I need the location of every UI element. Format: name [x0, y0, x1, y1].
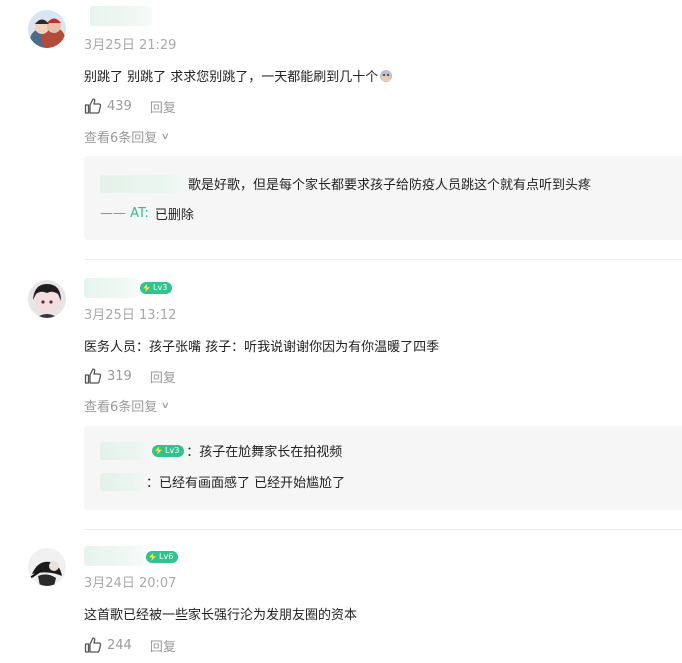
facepalm-emoji-icon — [380, 70, 393, 82]
reply-preview-box: 歌是好歌，但是每个家长都要求孩子给防疫人员跳这个就有点听到头疼 —— AT: 已… — [84, 156, 682, 240]
like-count: 244 — [107, 637, 132, 653]
reply-item[interactable]: ：已经有画面感了 已经开始尴尬了 — [100, 472, 345, 491]
user-avatar[interactable] — [28, 280, 66, 318]
like-button[interactable]: 244 — [84, 636, 132, 654]
reply-text: 已删除 — [154, 208, 194, 223]
comment-time: 3月25日 21:29 — [84, 38, 177, 53]
comment-3: Lv6 3月24日 20:07 这首歌已经被一些家长强行沦为发朋友圈的资本 24… — [0, 540, 682, 663]
username-blurred[interactable] — [84, 546, 144, 566]
view-replies-link[interactable]: 查看6条回复 ∨ — [84, 127, 171, 146]
like-count: 319 — [107, 368, 132, 384]
comment-text-content: 别跳了 别跳了 求求您别跳了，一天都能刷到几十个 — [84, 70, 379, 85]
chevron-down-icon: ∨ — [160, 131, 171, 142]
thumbs-up-icon — [84, 98, 102, 114]
reply-item[interactable]: Lv3 ：孩子在尬舞家长在拍视频 — [100, 441, 342, 460]
reply-text: ：孩子在尬舞家长在拍视频 — [186, 445, 343, 460]
reply-button[interactable]: 回复 — [150, 97, 176, 116]
like-button[interactable]: 319 — [84, 367, 132, 385]
comment-2: Lv3 3月25日 13:12 医务人员：孩子张嘴 孩子：听我说谢谢你因为有你温… — [0, 270, 682, 530]
comment-text: 医务人员：孩子张嘴 孩子：听我说谢谢你因为有你温暖了四季 — [84, 340, 440, 355]
chevron-down-icon: ∨ — [160, 400, 171, 411]
level-badge: Lv3 — [140, 282, 173, 294]
view-replies-label: 查看6条回复 — [84, 131, 158, 146]
comment-time: 3月24日 20:07 — [84, 576, 177, 591]
view-replies-link[interactable]: 查看6条回复 ∨ — [84, 396, 171, 415]
comment-divider — [84, 529, 682, 530]
reply-username-blurred[interactable] — [100, 441, 148, 460]
user-avatar[interactable] — [28, 10, 66, 48]
level-badge: Lv3 — [152, 444, 185, 457]
comment-text: 这首歌已经被一些家长强行沦为发朋友圈的资本 — [84, 608, 358, 623]
reply-button[interactable]: 回复 — [150, 367, 176, 386]
comment-actions: 319 回复 — [84, 366, 176, 386]
reply-item[interactable]: —— AT: 已删除 — [100, 204, 194, 223]
reply-text: 歌是好歌，但是每个家长都要求孩子给防疫人员跳这个就有点听到头疼 — [188, 178, 592, 193]
user-avatar[interactable] — [28, 548, 66, 586]
comment-text: 别跳了 别跳了 求求您别跳了，一天都能刷到几十个 — [84, 66, 393, 85]
username-blurred[interactable] — [84, 278, 138, 298]
reply-preview-box: Lv3 ：孩子在尬舞家长在拍视频 ：已经有画面感了 已经开始尴尬了 — [84, 426, 682, 510]
level-badge: Lv6 — [146, 551, 179, 563]
comment-time: 3月25日 13:12 — [84, 308, 177, 323]
reply-item[interactable]: 歌是好歌，但是每个家长都要求孩子给防疫人员跳这个就有点听到头疼 — [100, 174, 591, 193]
comment-actions: 439 回复 — [84, 96, 176, 116]
reply-username-blurred[interactable] — [100, 472, 144, 491]
comment-1: 3月25日 21:29 别跳了 别跳了 求求您别跳了，一天都能刷到几十个 439… — [0, 0, 682, 260]
reply-text: ：已经有画面感了 已经开始尴尬了 — [146, 476, 346, 491]
thumbs-up-icon — [84, 368, 102, 384]
username-blurred[interactable] — [90, 6, 152, 26]
reply-at-prefix: —— AT: — [100, 206, 149, 221]
like-button[interactable]: 439 — [84, 97, 132, 115]
view-replies-label: 查看6条回复 — [84, 400, 158, 415]
comment-actions: 244 回复 — [84, 635, 176, 655]
like-count: 439 — [107, 98, 132, 114]
reply-button[interactable]: 回复 — [150, 636, 176, 655]
comment-divider — [84, 259, 682, 260]
thumbs-up-icon — [84, 637, 102, 653]
reply-username-blurred[interactable] — [100, 174, 184, 193]
